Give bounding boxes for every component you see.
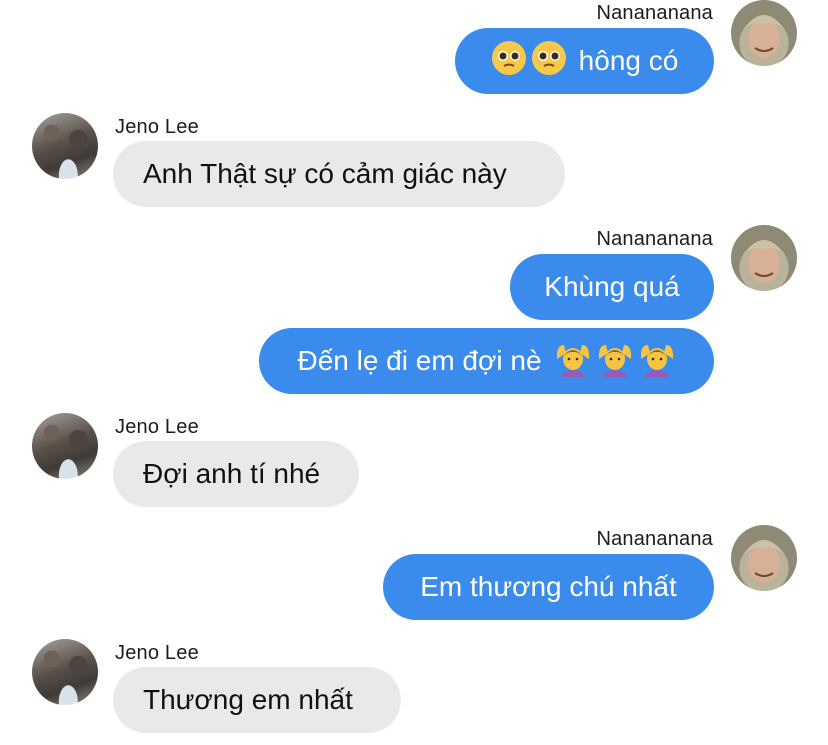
message-bubble[interactable]: Em thương chú nhất (383, 554, 714, 620)
sender-name: Nanananana (596, 228, 713, 250)
message-text: Em thương chú nhất (420, 571, 677, 602)
message-text: Đến lẹ đi em đợi nè (297, 345, 542, 376)
avatar[interactable] (731, 0, 797, 66)
message-bubble[interactable]: Đợi anh tí nhé (113, 441, 359, 507)
pleading-face-icon (491, 40, 527, 83)
person-gesturing-ok-icon (596, 339, 634, 384)
sender-name: Jeno Lee (115, 642, 199, 664)
avatar[interactable] (731, 525, 797, 591)
person-gesturing-ok-icon (554, 339, 592, 384)
message-text: Khùng quá (544, 271, 680, 302)
sender-name: Jeno Lee (115, 416, 199, 438)
sender-name: Jeno Lee (115, 116, 199, 138)
avatar[interactable] (32, 639, 98, 705)
sender-name: Nanananana (596, 528, 713, 550)
avatar[interactable] (32, 113, 98, 179)
avatar[interactable] (32, 413, 98, 479)
message-bubble[interactable]: Thương em nhất (113, 667, 401, 733)
message-bubble[interactable]: Đến lẹ đi em đợi nè (259, 328, 714, 394)
message-bubble[interactable]: hông có (455, 28, 714, 94)
message-bubble[interactable]: Anh Thật sự có cảm giác này (113, 141, 565, 207)
person-gesturing-ok-icon (638, 339, 676, 384)
avatar[interactable] (731, 225, 797, 291)
message-text: Đợi anh tí nhé (143, 458, 321, 489)
sender-name: Nanananana (596, 2, 713, 24)
message-text: Thương em nhất (143, 684, 353, 715)
message-bubble[interactable]: Khùng quá (510, 254, 714, 320)
pleading-face-icon (531, 40, 567, 83)
message-text: Anh Thật sự có cảm giác này (143, 158, 507, 189)
message-text: hông có (578, 45, 679, 76)
